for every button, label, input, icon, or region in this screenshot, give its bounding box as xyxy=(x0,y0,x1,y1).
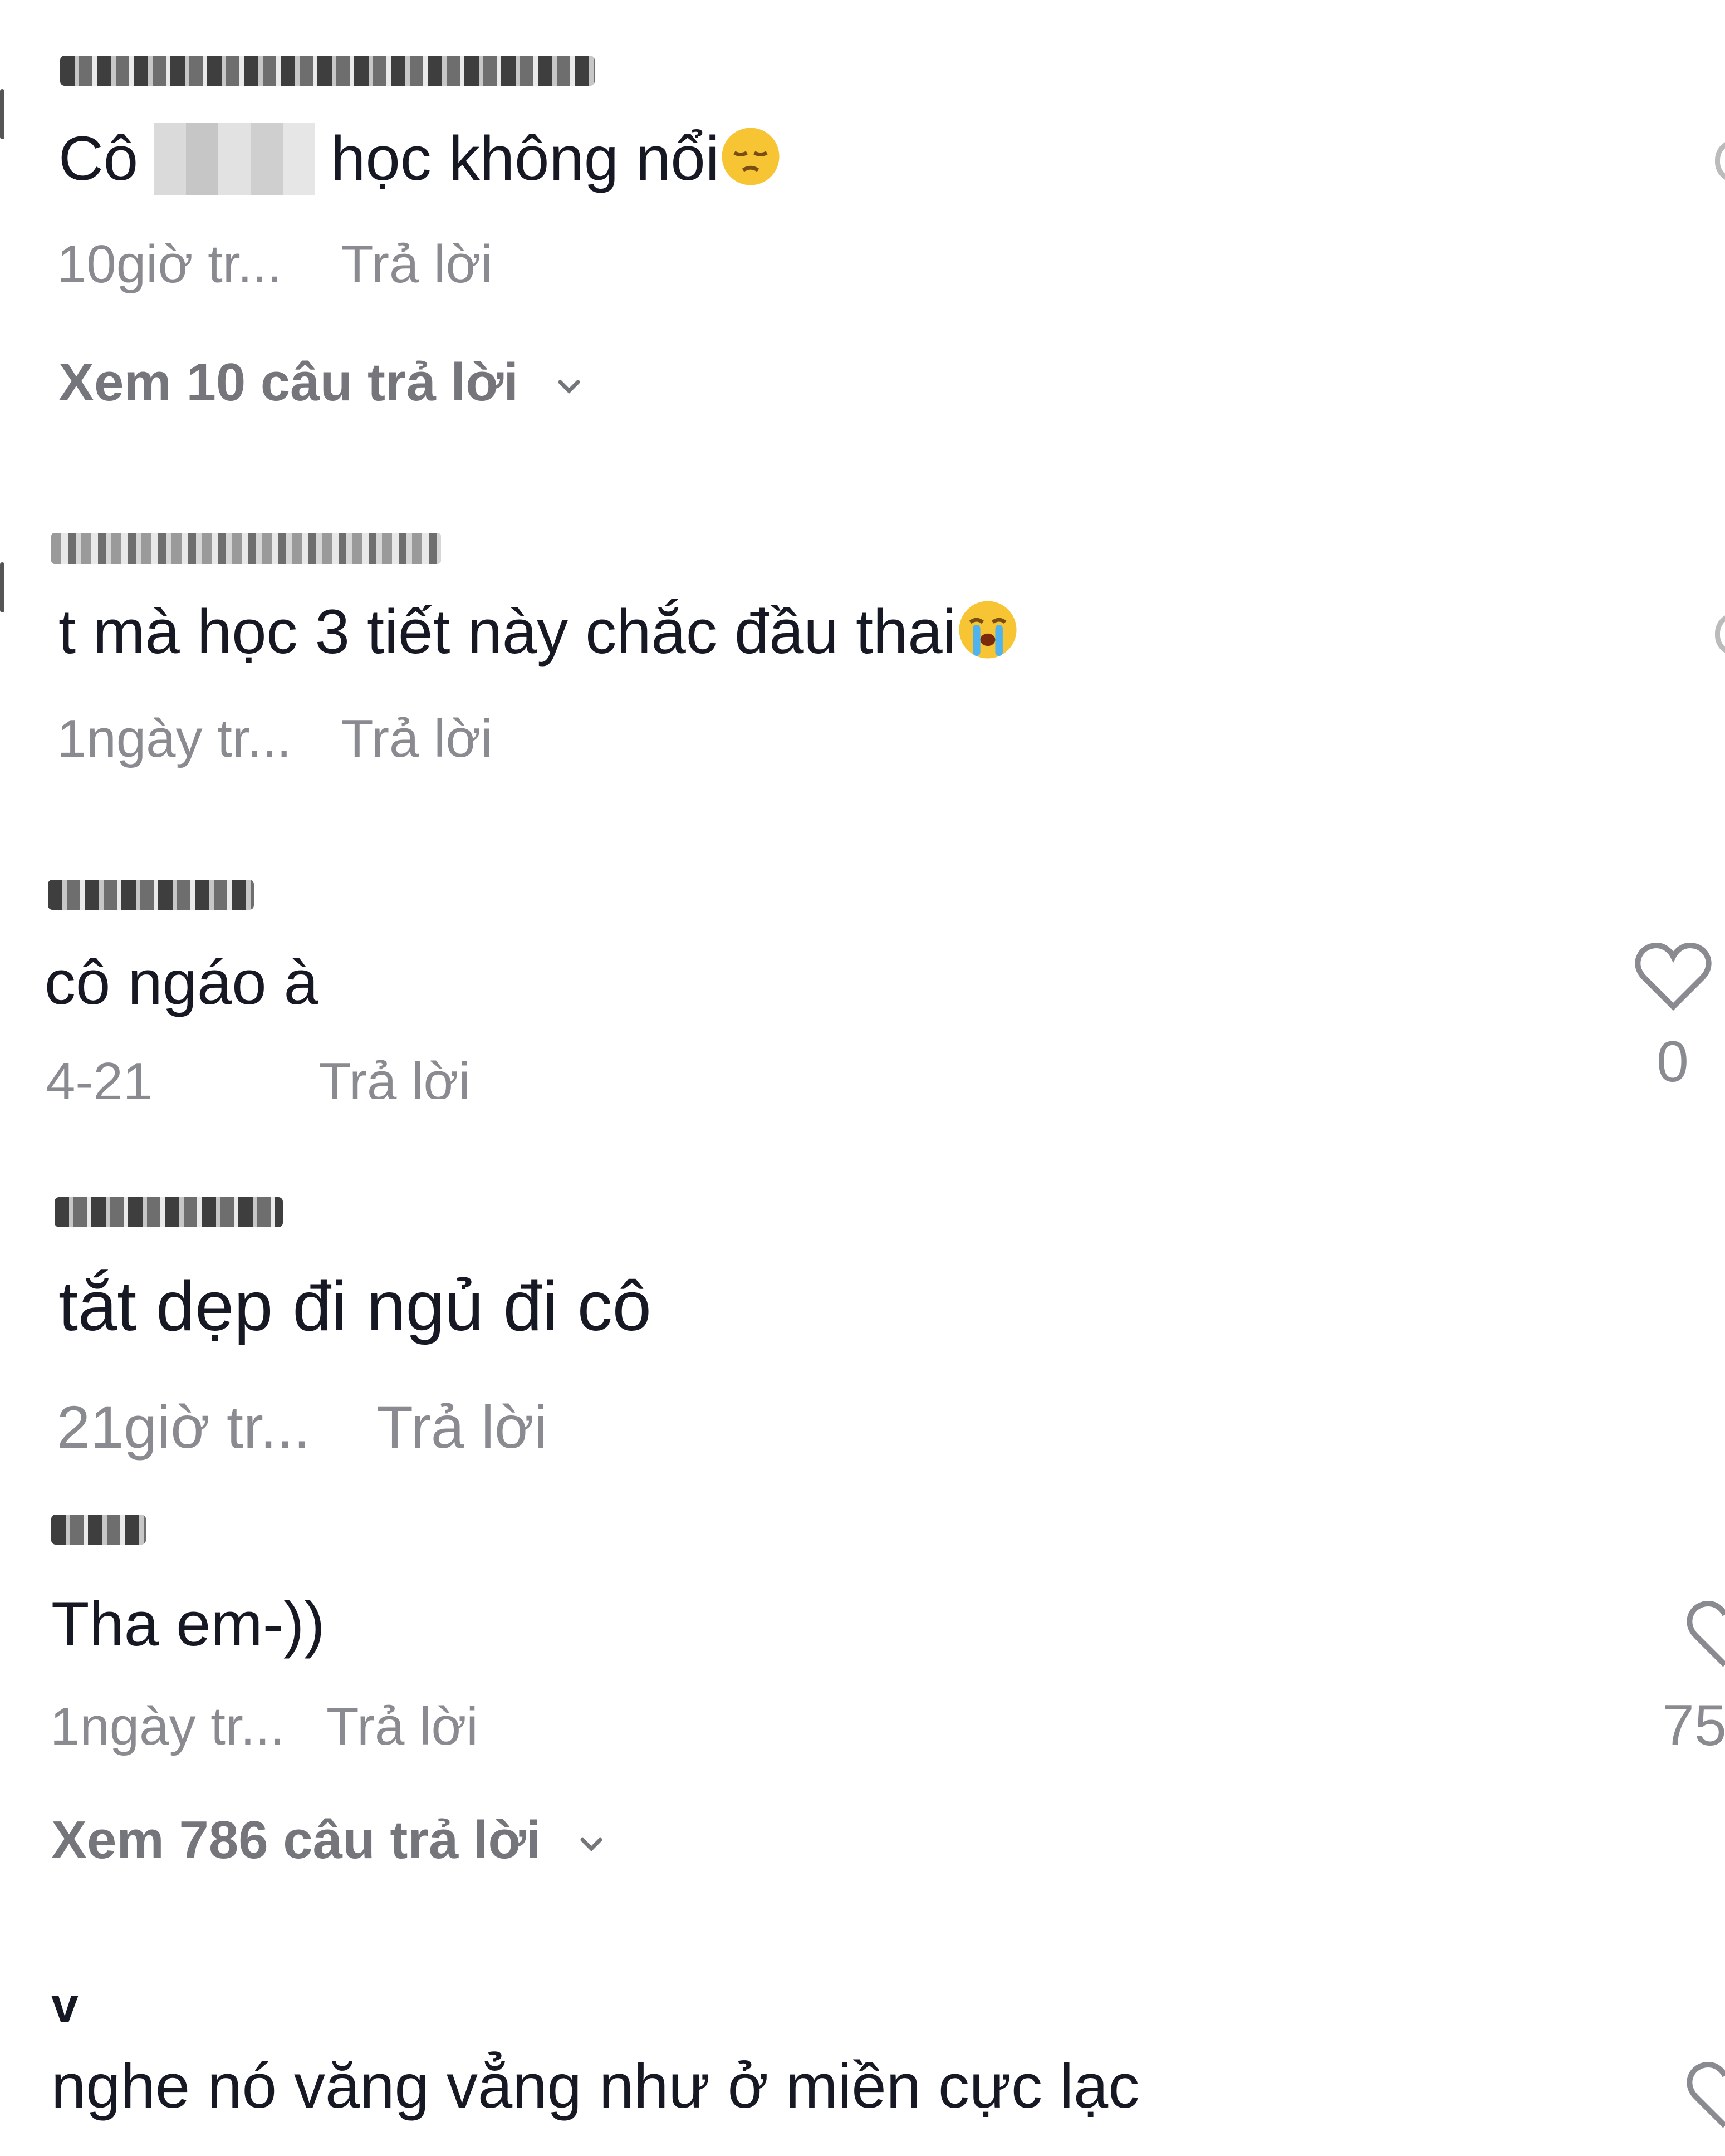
reply-button[interactable]: Trả lời xyxy=(326,1696,478,1757)
view-replies-button[interactable]: Xem 786 câu trả lời xyxy=(51,1810,605,1871)
reply-button[interactable]: Trả lời xyxy=(341,234,493,295)
reply-button[interactable]: Trả lời xyxy=(341,708,493,770)
username-blurred[interactable] xyxy=(60,45,595,96)
reply-button[interactable]: Trả lời xyxy=(376,1392,547,1462)
scroll-edge xyxy=(0,562,4,612)
loudly-crying-face-emoji xyxy=(958,601,1017,659)
scroll-edge xyxy=(0,89,4,139)
redacted-name xyxy=(154,123,316,195)
username-blurred[interactable] xyxy=(48,869,254,920)
comment-text: nghe nó văng vẳng như ở miền cực lạc xyxy=(51,2051,1140,2121)
comment-meta: 4-21 Trả lời xyxy=(46,1047,547,1099)
comment-time: 1ngày tr... xyxy=(57,709,292,768)
heart-icon[interactable] xyxy=(1634,941,1712,1013)
comment-text: t mà học 3 tiết này chắc đầu thai xyxy=(58,595,1019,669)
comment-text: cô ngáo à xyxy=(45,948,318,1017)
like-count: 75 xyxy=(1662,1693,1725,1758)
comment-text: Cô học không nổi xyxy=(58,121,782,196)
heart-icon[interactable] xyxy=(1663,2060,1725,2133)
comment-text: Tha em-)) xyxy=(51,1589,325,1659)
username-blurred[interactable] xyxy=(51,521,441,572)
chevron-down-icon xyxy=(558,380,580,394)
like-count: 0 xyxy=(1657,1030,1689,1094)
pensive-face-emoji xyxy=(722,128,780,185)
comment-time: 21giờ tr... xyxy=(57,1393,311,1461)
like-icon[interactable] xyxy=(1715,139,1725,183)
comment-text: tắt dẹp đi ngủ đi cô xyxy=(58,1267,651,1345)
comment-time: 4-21 xyxy=(46,1052,153,1099)
comment-time: 1ngày tr... xyxy=(50,1697,285,1756)
like-icon[interactable] xyxy=(1715,612,1725,656)
username-blurred[interactable] xyxy=(51,1503,146,1555)
heart-icon[interactable] xyxy=(1663,1599,1725,1672)
reply-button[interactable]: Trả lời xyxy=(318,1051,471,1099)
username[interactable]: v xyxy=(51,1977,79,2033)
username-blurred[interactable] xyxy=(55,1186,283,1237)
view-replies-button[interactable]: Xem 10 câu trả lời xyxy=(58,352,582,413)
chevron-down-icon xyxy=(580,1837,602,1851)
comment-time: 10giờ tr... xyxy=(57,234,282,294)
